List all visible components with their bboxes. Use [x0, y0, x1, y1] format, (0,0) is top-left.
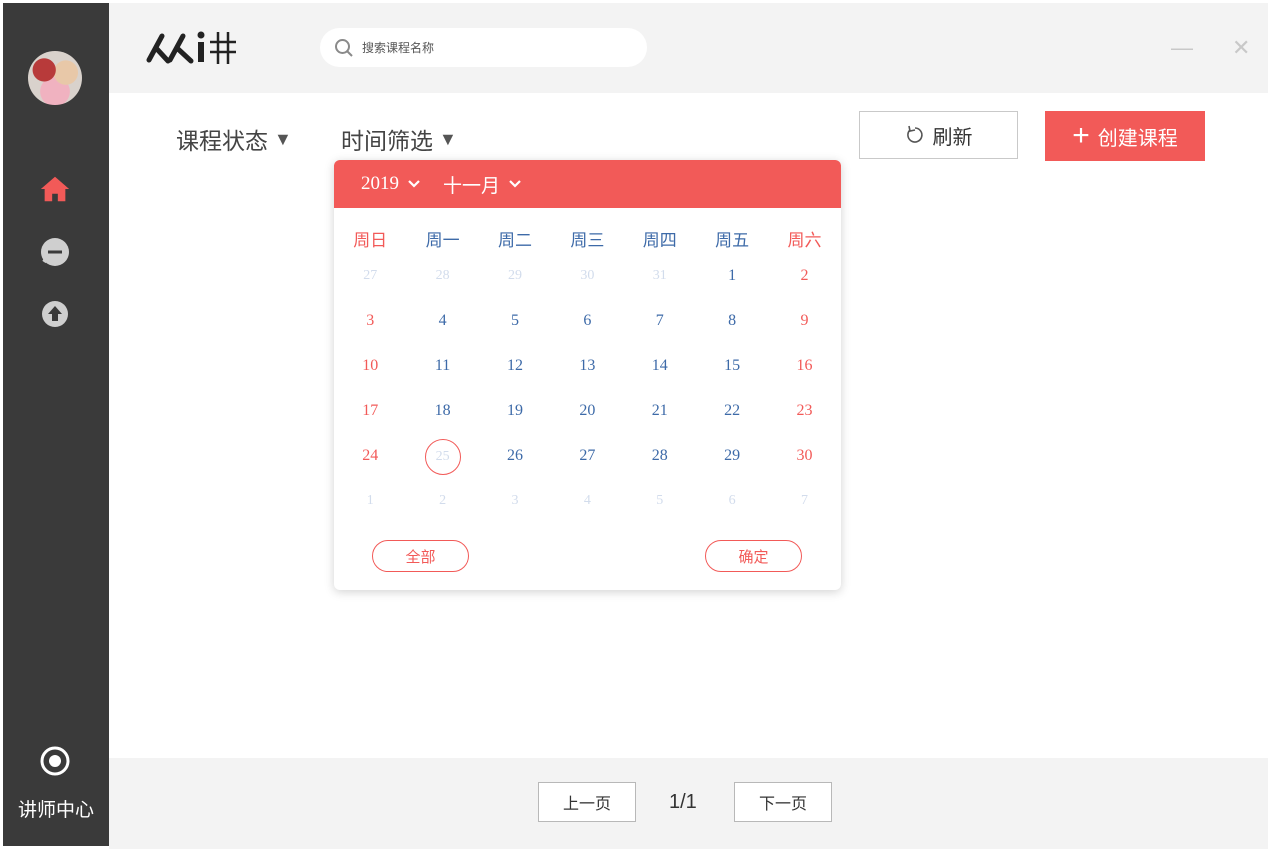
weekday-label: 周三 — [570, 231, 605, 250]
minimize-button[interactable]: — — [1171, 37, 1193, 59]
calendar-day[interactable]: 29 — [479, 268, 551, 313]
calendar-day[interactable]: 24 — [334, 448, 406, 493]
chevron-down-icon — [408, 180, 420, 188]
calendar-day[interactable]: 1 — [696, 268, 768, 313]
refresh-button[interactable]: 刷新 — [859, 111, 1018, 159]
month-select[interactable]: 十一月 — [443, 171, 522, 198]
calendar-day[interactable]: 2 — [406, 493, 478, 538]
calendar-day[interactable]: 27 — [551, 448, 623, 493]
calendar-week: 24 25 26 27 28 29 30 — [334, 439, 841, 493]
calendar-day[interactable]: 29 — [696, 448, 768, 493]
weekday-header: 周日 周一 周二 周三 周四 周五 周六 — [334, 226, 841, 250]
calendar-day[interactable]: 7 — [768, 493, 840, 538]
month-value: 十一月 — [443, 175, 501, 197]
calendar-week: 3 4 5 6 7 8 9 — [334, 313, 841, 358]
calendar-day[interactable]: 5 — [479, 313, 551, 358]
teacher-center-icon[interactable] — [39, 745, 71, 777]
weekday-label: 周日 — [353, 231, 388, 250]
calendar-day[interactable]: 23 — [768, 403, 840, 448]
teacher-center-label[interactable]: 讲师中心 — [3, 795, 109, 822]
calendar-day[interactable]: 14 — [624, 358, 696, 403]
calendar-day[interactable]: 17 — [334, 403, 406, 448]
calendar-day[interactable]: 28 — [624, 448, 696, 493]
course-status-filter[interactable]: 课程状态 ▼ — [176, 122, 292, 156]
calendar-day[interactable]: 21 — [624, 403, 696, 448]
dropdown-arrow-icon: ▼ — [274, 128, 292, 149]
close-button[interactable]: ✕ — [1232, 37, 1250, 59]
calendar-week: 10 11 12 13 14 15 16 — [334, 358, 841, 403]
calendar-day[interactable]: 26 — [479, 448, 551, 493]
time-filter-label: 时间筛选 — [341, 128, 433, 154]
weekday-label: 周二 — [497, 231, 532, 250]
home-icon[interactable] — [39, 173, 71, 205]
search-icon — [335, 38, 353, 57]
calendar-week: 17 18 19 20 21 22 23 — [334, 403, 841, 448]
weekday-label: 周五 — [715, 231, 750, 250]
calendar-day[interactable]: 16 — [768, 358, 840, 403]
top-bar: — ✕ — [109, 3, 1268, 93]
sidebar: 讲师中心 — [3, 3, 109, 846]
calendar-day[interactable]: 5 — [624, 493, 696, 538]
all-dates-button[interactable]: 全部 — [372, 540, 469, 572]
calendar-day[interactable]: 3 — [334, 313, 406, 358]
calendar-day[interactable]: 19 — [479, 403, 551, 448]
calendar-day[interactable]: 12 — [479, 358, 551, 403]
upload-icon[interactable] — [39, 298, 71, 330]
message-icon[interactable] — [39, 236, 71, 268]
calendar-day[interactable]: 7 — [624, 313, 696, 358]
create-course-button[interactable]: + 创建课程 — [1045, 111, 1205, 161]
calendar-day[interactable]: 4 — [551, 493, 623, 538]
page-indicator: 1/1 — [669, 791, 697, 813]
app-logo — [146, 24, 256, 73]
weekday-label: 周四 — [642, 231, 677, 250]
calendar-day[interactable]: 1 — [334, 493, 406, 538]
calendar-day[interactable]: 2 — [768, 268, 840, 313]
avatar[interactable] — [28, 51, 82, 105]
date-picker-popup: 2019 十一月 周日 周一 周二 周三 周四 周五 周六 27 28 29 3… — [334, 160, 841, 590]
calendar-day[interactable]: 30 — [551, 268, 623, 313]
calendar-day[interactable]: 6 — [551, 313, 623, 358]
calendar-day[interactable]: 27 — [334, 268, 406, 313]
calendar-day[interactable]: 15 — [696, 358, 768, 403]
weekday-label: 周六 — [787, 231, 822, 250]
plus-icon: + — [1072, 119, 1090, 152]
calendar-day[interactable]: 4 — [406, 313, 478, 358]
calendar-week: 27 28 29 30 31 1 2 — [334, 268, 841, 313]
prev-page-button[interactable]: 上一页 — [538, 782, 636, 822]
calendar-days: 27 28 29 30 31 1 2 3 4 5 6 7 8 9 10 11 1… — [334, 268, 841, 538]
year-select[interactable]: 2019 — [361, 173, 421, 195]
calendar-day-today[interactable]: 25 — [406, 439, 478, 493]
year-value: 2019 — [361, 173, 399, 194]
calendar-day[interactable]: 22 — [696, 403, 768, 448]
calendar-day[interactable]: 20 — [551, 403, 623, 448]
calendar-day[interactable]: 13 — [551, 358, 623, 403]
time-filter[interactable]: 时间筛选 ▼ — [341, 122, 457, 156]
calendar-day[interactable]: 3 — [479, 493, 551, 538]
calendar-header: 2019 十一月 — [334, 160, 841, 208]
search-box[interactable] — [320, 28, 647, 67]
pagination-bar: 上一页 1/1 下一页 — [109, 758, 1268, 849]
calendar-day[interactable]: 9 — [768, 313, 840, 358]
dropdown-arrow-icon: ▼ — [439, 128, 457, 149]
refresh-icon — [906, 125, 923, 143]
refresh-label: 刷新 — [932, 126, 973, 149]
calendar-week: 1 2 3 4 5 6 7 — [334, 493, 841, 538]
calendar-day[interactable]: 28 — [406, 268, 478, 313]
calendar-day[interactable]: 8 — [696, 313, 768, 358]
calendar-day[interactable]: 30 — [768, 448, 840, 493]
create-course-label: 创建课程 — [1097, 127, 1178, 150]
search-input[interactable] — [360, 39, 614, 56]
today-day-number: 25 — [424, 439, 461, 475]
calendar-day[interactable]: 6 — [696, 493, 768, 538]
chevron-down-icon — [509, 180, 521, 188]
course-status-label: 课程状态 — [176, 128, 268, 154]
calendar-day[interactable]: 10 — [334, 358, 406, 403]
calendar-day[interactable]: 11 — [406, 358, 478, 403]
next-page-button[interactable]: 下一页 — [734, 782, 832, 822]
calendar-day[interactable]: 31 — [624, 268, 696, 313]
weekday-label: 周一 — [425, 231, 460, 250]
confirm-button[interactable]: 确定 — [705, 540, 802, 572]
